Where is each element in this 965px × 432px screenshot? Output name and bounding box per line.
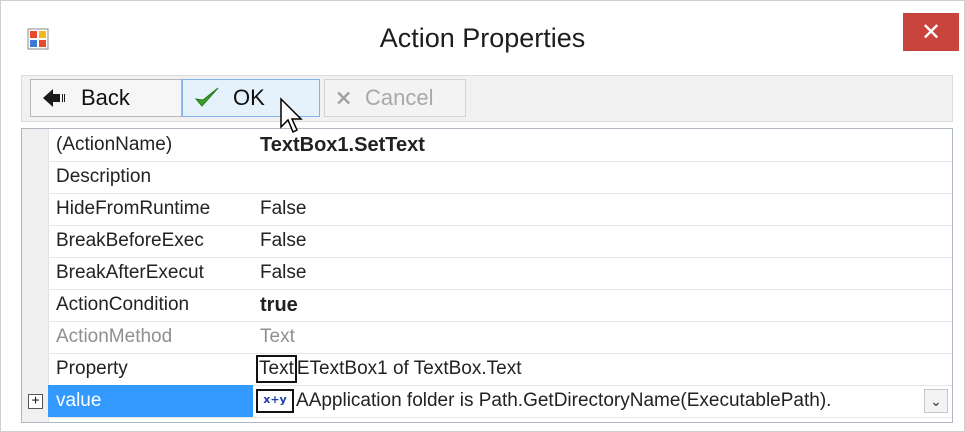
property-value[interactable]: Text ETextBox1 of TextBox.Text [256, 353, 521, 385]
action-properties-window: Action Properties ✕ Back OK Cancel (Acti… [0, 0, 965, 432]
property-value-prefix: A [296, 390, 309, 411]
property-row-value[interactable]: value x+y AApplication folder is Path.Get… [48, 385, 952, 418]
property-value-text: TextBox1 of TextBox.Text [309, 358, 522, 379]
toolbar: Back OK Cancel [21, 75, 953, 122]
window-title: Action Properties [379, 23, 586, 53]
property-name: ActionCondition [56, 294, 190, 315]
property-name: BreakBeforeExec [56, 230, 204, 251]
property-grid: (ActionName) TextBox1.SetText Descriptio… [21, 128, 953, 423]
property-row-description[interactable]: Description [48, 161, 952, 194]
property-value-mid: E [296, 358, 310, 379]
property-row-hidefromruntime[interactable]: HideFromRuntime False [48, 193, 952, 226]
property-value[interactable]: true [260, 289, 298, 321]
close-button[interactable]: ✕ [903, 13, 959, 51]
property-row-actionname[interactable]: (ActionName) TextBox1.SetText [48, 129, 952, 162]
mouse-pointer-icon [280, 97, 303, 134]
property-row-breakbeforeexec[interactable]: BreakBeforeExec False [48, 225, 952, 258]
property-name: BreakAfterExecut [56, 262, 204, 283]
property-name: HideFromRuntime [56, 198, 211, 219]
property-name: value [48, 385, 253, 417]
property-name: ActionMethod [56, 326, 173, 347]
grid-gutter [22, 129, 49, 422]
back-button[interactable]: Back [30, 79, 182, 117]
cancel-button[interactable]: Cancel [324, 79, 466, 117]
back-label: Back [81, 85, 130, 110]
property-value[interactable]: False [260, 257, 306, 289]
property-row-actioncondition[interactable]: ActionCondition true [48, 289, 952, 322]
ok-label: OK [233, 85, 265, 110]
property-row-actionmethod[interactable]: ActionMethod Text [48, 321, 952, 354]
property-value-text: Application folder is Path.GetDirectoryN… [308, 390, 832, 411]
property-row-property[interactable]: Property Text ETextBox1 of TextBox.Text [48, 353, 952, 386]
checkmark-icon [194, 87, 219, 107]
property-name: (ActionName) [56, 134, 173, 155]
chevron-down-icon[interactable]: ⌄ [924, 389, 948, 413]
cancel-label: Cancel [365, 85, 434, 110]
property-value[interactable]: Text [260, 321, 295, 353]
property-name: Description [56, 166, 152, 187]
x-cancel-icon [337, 91, 350, 105]
back-arrow-icon [43, 89, 65, 107]
expression-icon: x+y [256, 388, 294, 413]
property-value[interactable]: False [260, 193, 306, 225]
property-name: Property [56, 358, 128, 379]
textbox-type-icon: Text [256, 355, 297, 383]
plus-expander-icon[interactable]: + [28, 394, 43, 409]
title-bar: Action Properties ✕ [1, 1, 964, 73]
property-row-breakafterexecut[interactable]: BreakAfterExecut False [48, 257, 952, 290]
property-value[interactable]: x+y AApplication folder is Path.GetDirect… [256, 385, 831, 417]
property-value[interactable]: False [260, 225, 306, 257]
